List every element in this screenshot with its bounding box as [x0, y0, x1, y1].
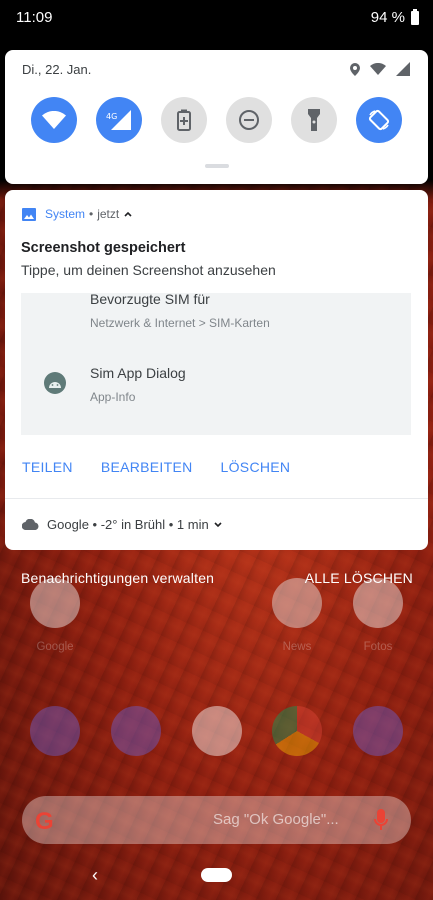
divider: [5, 498, 428, 499]
quick-settings-panel: Di., 22. Jan. 4G: [5, 50, 428, 184]
auto-rotate-tile[interactable]: [356, 97, 402, 143]
preview-row2-title: Sim App Dialog: [90, 365, 186, 381]
auto-rotate-icon: [368, 109, 390, 131]
manage-notifications-button[interactable]: Benachrichtigungen verwalten: [21, 570, 214, 586]
phone-app-icon[interactable]: [30, 706, 80, 756]
photos-app-label: Fotos: [363, 641, 393, 653]
screenshot-preview[interactable]: Bevorzugte SIM für Netzwerk & Internet >…: [21, 293, 411, 435]
cloud-icon: [22, 519, 39, 530]
play-store-icon[interactable]: [192, 706, 242, 756]
4g-label: 4G: [106, 112, 117, 121]
chrome-icon[interactable]: [272, 706, 322, 756]
weather-text: Google • -2° in Brühl • 1 min: [47, 517, 209, 532]
qs-status-icons: [350, 62, 410, 76]
back-button[interactable]: ‹: [92, 865, 98, 886]
mobile-data-tile[interactable]: 4G: [96, 97, 142, 143]
microphone-icon[interactable]: [374, 809, 388, 831]
location-icon: [350, 62, 360, 76]
notification-title: Screenshot gespeichert: [21, 240, 186, 256]
clear-all-button[interactable]: ALLE LÖSCHEN: [305, 570, 413, 586]
preview-row2-sub: App-Info: [90, 390, 136, 404]
camera-app-icon[interactable]: [353, 706, 403, 756]
wifi-tile[interactable]: [31, 97, 77, 143]
android-icon: [44, 372, 66, 394]
notification-card[interactable]: System • jetzt Screenshot gespeichert Ti…: [5, 190, 428, 550]
google-g-icon: G: [35, 808, 54, 835]
notification-app-name: System: [45, 207, 86, 221]
manage-row: Benachrichtigungen verwalten ALLE LÖSCHE…: [21, 570, 413, 586]
battery-saver-icon: [177, 109, 191, 131]
google-folder-label: Google: [36, 641, 74, 653]
search-hint: Sag "Ok Google"...: [213, 811, 339, 828]
do-not-disturb-tile[interactable]: [226, 97, 272, 143]
messages-app-icon[interactable]: [111, 706, 161, 756]
wifi-status-icon: [370, 63, 386, 75]
mobile-data-icon: 4G: [106, 110, 131, 130]
home-button[interactable]: [201, 868, 232, 882]
image-icon: [22, 207, 36, 221]
chevron-down-icon[interactable]: [214, 521, 222, 528]
news-app-label: News: [282, 641, 312, 653]
notification-time: jetzt: [97, 207, 120, 221]
qs-date[interactable]: Di., 22. Jan.: [22, 62, 91, 77]
battery-percent: 94 %: [370, 9, 405, 26]
notification-actions: TEILEN BEARBEITEN LÖSCHEN: [22, 459, 290, 475]
share-button[interactable]: TEILEN: [22, 459, 73, 475]
battery-saver-tile[interactable]: [161, 97, 207, 143]
status-bar: 11:09 94 %: [0, 0, 433, 36]
status-time: 11:09: [16, 9, 53, 26]
cell-signal-icon: [396, 62, 410, 76]
battery-icon: [411, 9, 419, 25]
notification-text: Tippe, um deinen Screenshot anzusehen: [21, 262, 276, 278]
notification-header: System • jetzt: [22, 207, 132, 221]
flashlight-tile[interactable]: [291, 97, 337, 143]
delete-button[interactable]: LÖSCHEN: [221, 459, 291, 475]
google-search-bar[interactable]: G Sag "Ok Google"...: [22, 796, 411, 844]
edit-button[interactable]: BEARBEITEN: [101, 459, 193, 475]
flashlight-icon: [308, 109, 320, 131]
qs-expand-handle[interactable]: [205, 164, 229, 168]
preview-row1-title: Bevorzugte SIM für: [90, 293, 210, 307]
weather-notification[interactable]: Google • -2° in Brühl • 1 min: [22, 517, 222, 532]
separator-dot: •: [89, 207, 94, 221]
preview-row1-sub: Netzwerk & Internet > SIM-Karten: [90, 316, 270, 330]
wifi-icon: [42, 111, 66, 129]
chevron-up-icon[interactable]: [124, 211, 132, 217]
do-not-disturb-icon: [239, 110, 259, 130]
qs-tiles: 4G: [31, 97, 402, 143]
